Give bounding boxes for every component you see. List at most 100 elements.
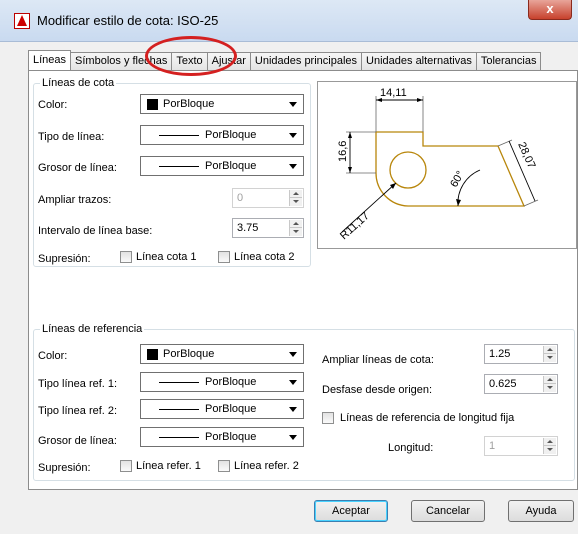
ext-linetype2-select[interactable]: PorBloque [140,399,304,419]
spinner-buttons [543,376,556,392]
line-sample [159,382,199,383]
spinner-buttons [543,346,556,362]
tab-ajustar[interactable]: Ajustar [206,52,251,70]
spin-up-icon[interactable] [544,376,556,384]
dim-extend-label: Ampliar trazos: [38,194,112,206]
spin-down-icon[interactable] [544,384,556,392]
ext-suppress-1-label: Línea refer. 1 [136,460,201,472]
dim-text-top: 14,11 [380,87,407,99]
close-button[interactable]: x [528,0,572,20]
color-swatch [147,99,158,110]
ext-length-label: Longitud: [388,442,434,454]
group-title-extension-lines: Líneas de referencia [40,323,145,335]
ext-lineweight-value: PorBloque [205,431,257,443]
dim-text-right: 28,07 [515,140,537,170]
dim-baseline-spinner[interactable]: 3.75 [232,218,304,238]
dim-color-select[interactable]: PorBloque [140,94,304,114]
dim-baseline-value: 3.75 [237,222,259,234]
tab-unidades-principales[interactable]: Unidades principales [249,52,363,70]
ext-lineweight-label: Grosor de línea: [38,435,117,447]
ext-linetype2-label: Tipo línea ref. 2: [38,405,118,417]
spin-up-icon[interactable] [290,190,302,198]
ext-fixed-length-label: Líneas de referencia de longitud fija [340,412,515,424]
chevron-down-icon [289,133,297,138]
dimension-preview-drawing: 14,11 16,6 28,07 60° R11,17 [337,87,539,242]
autocad-app-icon [14,13,30,29]
ext-length-spinner[interactable]: 1 [484,436,558,456]
window-title: Modificar estilo de cota: ISO-25 [37,13,219,28]
line-sample [159,437,199,438]
ext-lineweight-select[interactable]: PorBloque [140,427,304,447]
ext-color-value: PorBloque [163,348,215,360]
tab-tolerancias[interactable]: Tolerancias [475,52,542,70]
tab-texto[interactable]: Texto [171,52,208,70]
group-title-dimension-lines: Líneas de cota [40,77,117,89]
dim-linetype-select[interactable]: PorBloque [140,125,304,145]
dim-lineweight-select[interactable]: PorBloque [140,156,304,176]
dim-linetype-label: Tipo de línea: [38,131,105,143]
dim-suppress-label: Supresión: [38,253,91,265]
cancel-button[interactable]: Cancelar [411,500,485,522]
dim-suppress-1-checkbox[interactable] [120,251,132,263]
ext-linetype2-value: PorBloque [205,403,257,415]
chevron-down-icon [289,102,297,107]
dim-text-radius: R11,17 [338,210,372,242]
ext-color-select[interactable]: PorBloque [140,344,304,364]
dim-lineweight-label: Grosor de línea: [38,162,117,174]
chevron-down-icon [289,435,297,440]
ext-offset-label: Desfase desde origen: [322,384,433,396]
dialog-window: Modificar estilo de cota: ISO-25 x Línea… [0,0,578,534]
ext-linetype1-value: PorBloque [205,376,257,388]
ext-suppress-2-checkbox[interactable] [218,460,230,472]
spin-down-icon[interactable] [544,354,556,362]
spinner-buttons [289,220,302,236]
ext-extend-spinner[interactable]: 1.25 [484,344,558,364]
ext-extend-label: Ampliar líneas de cota: [322,354,434,366]
dim-suppress-2-checkbox[interactable] [218,251,230,263]
dim-text-left: 16,6 [337,141,349,162]
tab-panel-lineas: Líneas de cota Color: PorBloque Tipo de … [28,70,578,490]
tab-simbolos-flechas[interactable]: Símbolos y flechas [70,52,173,70]
tab-unidades-alternativas[interactable]: Unidades alternativas [361,52,477,70]
group-dimension-lines: Líneas de cota Color: PorBloque Tipo de … [33,77,311,267]
ext-linetype1-label: Tipo línea ref. 1: [38,378,118,390]
ext-extend-value: 1.25 [489,348,511,360]
ext-offset-spinner[interactable]: 0.625 [484,374,558,394]
chevron-down-icon [289,164,297,169]
line-sample [159,166,199,167]
color-swatch [147,349,158,360]
dim-linetype-value: PorBloque [205,129,257,141]
help-button[interactable]: Ayuda [508,500,574,522]
ext-color-label: Color: [38,350,68,362]
spin-down-icon[interactable] [290,198,302,206]
hole-circle [389,151,427,189]
ext-offset-value: 0.625 [489,378,517,390]
spinner-buttons [543,438,556,454]
tab-lineas[interactable]: Líneas [28,50,72,70]
line-sample [159,135,199,136]
ext-suppress-2-label: Línea refer. 2 [234,460,299,472]
group-extension-lines: Líneas de referencia Color: PorBloque Ti… [33,323,575,481]
dim-extend-spinner[interactable]: 0 [232,188,304,208]
line-sample [159,409,199,410]
chevron-down-icon [289,407,297,412]
dim-extend-value: 0 [237,192,244,204]
preview-box: 14,11 16,6 28,07 60° R11,17 [317,81,577,249]
spin-down-icon[interactable] [290,228,302,236]
chevron-down-icon [289,352,297,357]
spin-up-icon[interactable] [544,346,556,354]
spin-down-icon[interactable] [544,446,556,454]
dim-baseline-label: Intervalo de línea base: [38,225,153,237]
ext-length-value: 1 [489,440,496,452]
dim-text-angle: 60° [448,169,467,189]
spin-up-icon[interactable] [290,220,302,228]
title-bar: Modificar estilo de cota: ISO-25 x [0,0,578,42]
ext-fixed-length-checkbox[interactable] [322,412,334,424]
ext-suppress-1-checkbox[interactable] [120,460,132,472]
ext-linetype1-select[interactable]: PorBloque [140,372,304,392]
dim-suppress-2-label: Línea cota 2 [234,251,295,263]
tab-strip: Líneas Símbolos y flechas Texto Ajustar … [28,50,542,70]
spin-up-icon[interactable] [544,438,556,446]
ok-button[interactable]: Aceptar [314,500,388,522]
dim-color-label: Color: [38,99,68,111]
